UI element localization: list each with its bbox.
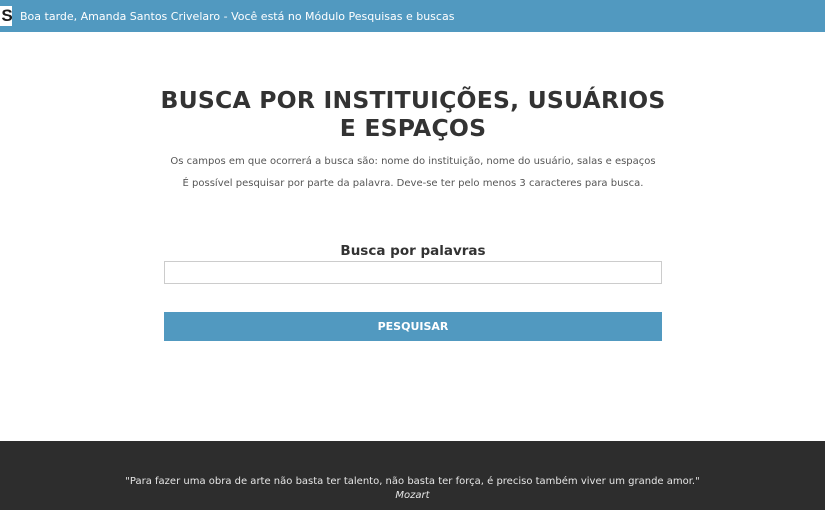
search-description-fields: Os campos em que ocorrerá a busca são: n… bbox=[170, 156, 656, 167]
search-button[interactable]: PESQUISAR bbox=[164, 312, 662, 341]
top-bar: S Boa tarde, Amanda Santos Crivelaro - V… bbox=[0, 0, 825, 32]
footer-quote-author: Mozart bbox=[395, 490, 430, 501]
greeting-text: Boa tarde, Amanda Santos Crivelaro - Voc… bbox=[20, 9, 455, 23]
search-label: Busca por palavras bbox=[340, 243, 486, 259]
logo-letter: S bbox=[1, 6, 12, 25]
logo[interactable]: S bbox=[0, 6, 12, 26]
page-title: BUSCA POR INSTITUIÇÕES, USUÁRIOS E ESPAÇ… bbox=[140, 86, 686, 142]
search-input[interactable] bbox=[164, 261, 662, 284]
search-description-rules: É possível pesquisar por parte da palavr… bbox=[182, 178, 644, 189]
page-title-line1: BUSCA POR INSTITUIÇÕES, USUÁRIOS bbox=[160, 86, 666, 114]
page-title-line2: E ESPAÇOS bbox=[339, 114, 487, 142]
footer: "Para fazer uma obra de arte não basta t… bbox=[0, 441, 825, 510]
main-content: BUSCA POR INSTITUIÇÕES, USUÁRIOS E ESPAÇ… bbox=[0, 32, 825, 441]
footer-quote: "Para fazer uma obra de arte não basta t… bbox=[125, 476, 700, 487]
